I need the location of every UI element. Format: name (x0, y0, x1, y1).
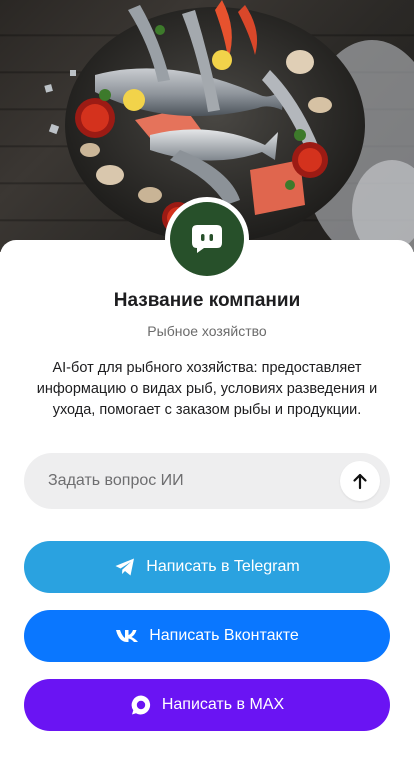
vk-icon (115, 629, 139, 643)
chat-bot-icon (192, 225, 222, 253)
max-button[interactable]: Написать в MAX (24, 679, 390, 731)
company-bot-page: Название компании Рыбное хозяйство AI-бо… (0, 0, 414, 770)
send-button[interactable] (340, 461, 380, 501)
company-description: AI-бот для рыбного хозяйства: предоставл… (36, 360, 378, 418)
vk-button-label: Написать Вконтакте (149, 627, 299, 644)
telegram-button-label: Написать в Telegram (146, 558, 300, 575)
company-avatar (165, 197, 249, 281)
ask-ai-input[interactable] (48, 472, 308, 490)
max-icon (130, 694, 152, 716)
company-name: Название компании (113, 290, 301, 311)
avatar-circle (170, 202, 244, 276)
ask-ai-field[interactable] (24, 453, 390, 509)
vk-button[interactable]: Написать Вконтакте (24, 610, 390, 662)
telegram-icon (114, 557, 136, 577)
company-category: Рыбное хозяйство (147, 323, 267, 339)
telegram-button[interactable]: Написать в Telegram (24, 541, 390, 593)
max-button-label: Написать в MAX (161, 696, 285, 713)
arrow-up-icon (353, 473, 367, 490)
